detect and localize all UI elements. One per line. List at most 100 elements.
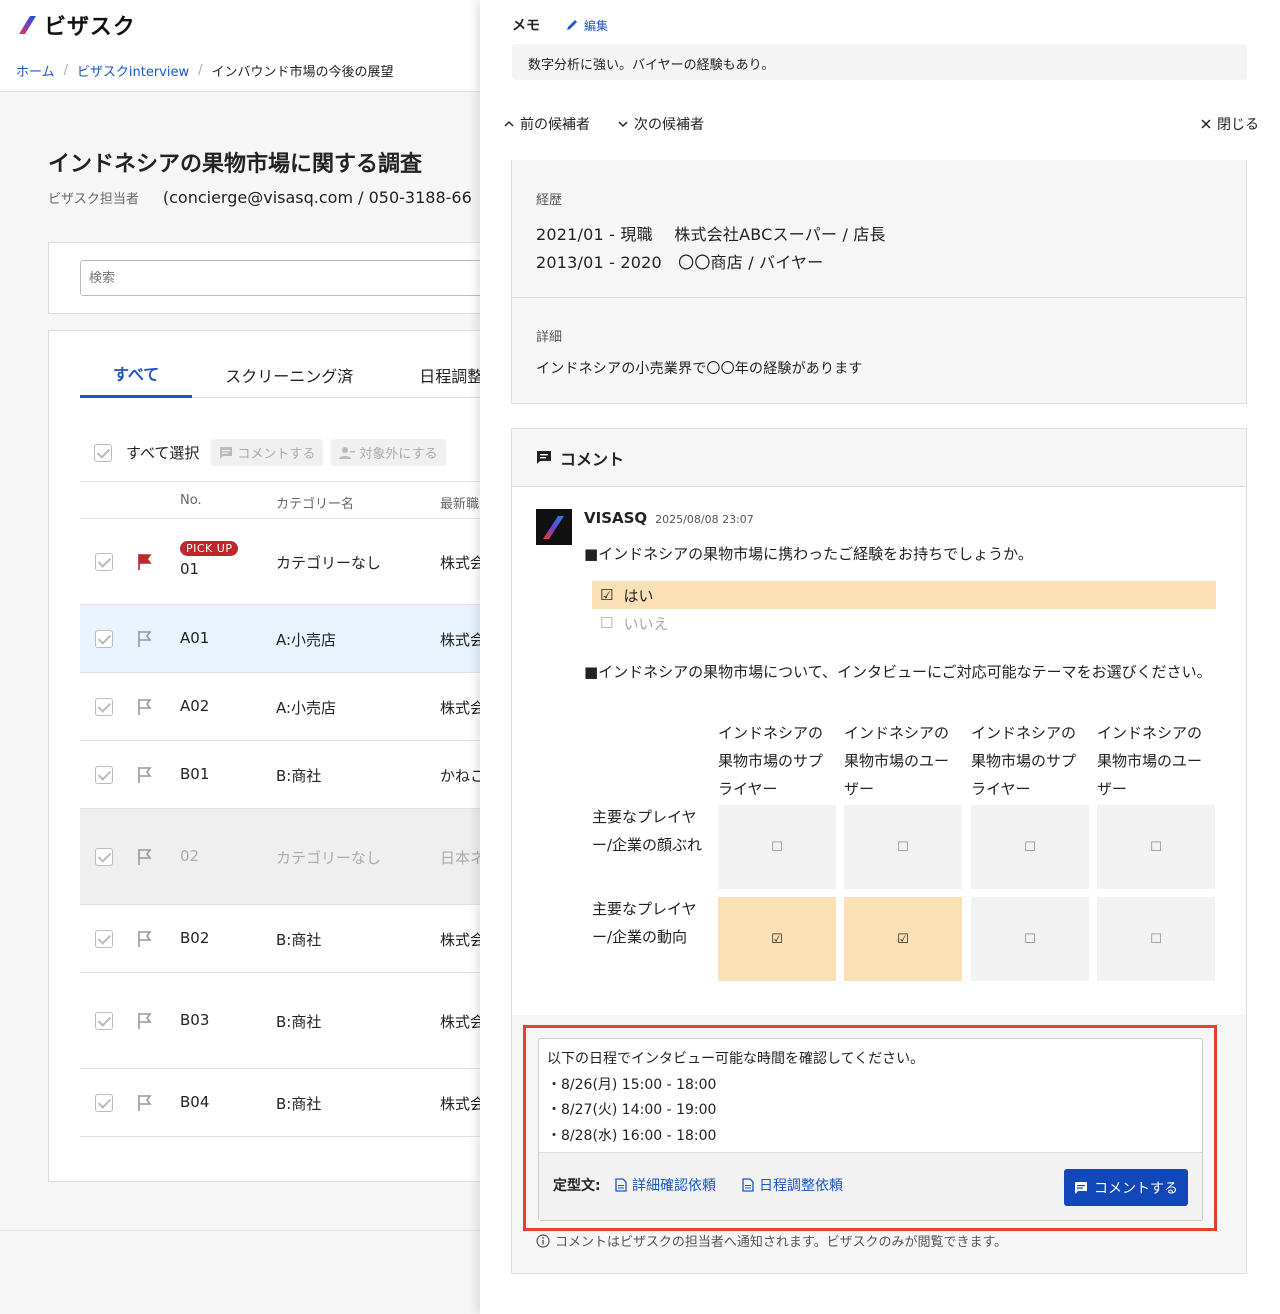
comment-icon [1075,1181,1087,1194]
flag-icon[interactable] [136,1012,154,1030]
checkbox-empty-icon: ☐ [600,614,614,632]
breadcrumb-separator: / [63,63,69,78]
flag-icon[interactable] [136,930,154,948]
tab-all[interactable]: すべて [80,351,193,398]
comment-date: 2025/08/08 23:07 [655,513,754,526]
row-checkbox[interactable] [95,630,113,648]
send-comment-button[interactable]: コメントする [1064,1169,1188,1206]
background-page: ビザスク ホーム / ビザスクinterview / インバウンド市場の今後の展… [0,0,480,1314]
row-number: A02 [180,697,210,715]
table-row[interactable]: PICK UP 01 カテゴリーなし 株式会 [80,518,480,605]
flag-icon[interactable] [136,766,154,784]
checkbox-checked-icon: ☑ [600,586,614,604]
row-checkbox[interactable] [95,552,113,571]
memo-header: メモ 編集 [512,15,608,35]
comment-textarea[interactable]: 以下の日程でインタビュー可能な時間を確認してください。 ・8/26(月) 15:… [547,1047,924,1149]
close-panel-button[interactable]: 閉じる [1201,114,1259,134]
template-detail-link[interactable]: 詳細確認依頼 [615,1175,716,1195]
table-row[interactable]: 02 カテゴリーなし 日本ネ [80,809,480,905]
candidate-nav: 前の候補者 次の候補者 閉じる [504,112,1259,136]
close-label: 閉じる [1217,117,1259,133]
flag-icon[interactable] [136,630,154,648]
matrix-cell: ☐ [844,805,962,889]
comment-composer: 以下の日程でインタビュー可能な時間を確認してください。 ・8/26(月) 15:… [523,1025,1217,1231]
search-input[interactable] [80,260,480,296]
next-candidate-button[interactable]: 次の候補者 [618,114,704,134]
template-schedule-label: 日程調整依頼 [759,1178,843,1194]
flag-icon[interactable] [136,848,154,866]
matrix-column-header: インドネシアの果物市場のサプライヤー [971,724,1077,798]
template-schedule-link[interactable]: 日程調整依頼 [742,1175,843,1195]
table-row[interactable]: B04 B:商社 株式会 [80,1069,480,1137]
prev-candidate-button[interactable]: 前の候補者 [504,114,590,134]
pencil-icon [567,20,577,30]
row-checkbox[interactable] [95,766,113,784]
row-category: A:小売店 [276,631,337,649]
table-row[interactable]: A01 A:小売店 株式会 [80,605,480,673]
chevron-down-icon [618,121,628,128]
comment-title: コメント [560,449,625,469]
question-1: ■インドネシアの果物市場に携わったご経験をお持ちでしょうか。 [584,545,1033,563]
chevron-up-icon [504,120,514,127]
composer-line: ・8/26(月) 15:00 - 18:00 [547,1076,717,1093]
table-header: No. カテゴリー名 最新職 [80,481,480,519]
select-all-checkbox[interactable] [94,443,112,462]
memo-edit-button[interactable]: 編集 [566,17,608,34]
select-all-label[interactable]: すべて選択 [126,442,199,463]
template-label: 定型文: [553,1178,601,1194]
detail-text: インドネシアの小売業界で〇〇年の経験があります [536,361,863,377]
table-row[interactable]: B02 B:商社 株式会 [80,905,480,973]
close-icon [1201,119,1211,129]
bulk-exclude-label: 対象外にする [359,447,438,462]
row-company: かねこ [440,767,480,785]
table-row[interactable]: B03 B:商社 株式会 [80,973,480,1069]
answer-option: ☐ いいえ [592,609,1216,637]
breadcrumb-home[interactable]: ホーム [16,61,55,80]
flag-icon[interactable] [136,698,154,716]
breadcrumb: ホーム / ビザスクinterview / インバウンド市場の今後の展望 [0,50,480,92]
row-checkbox[interactable] [95,698,113,716]
page-title: インドネシアの果物市場に関する調査 [48,152,423,177]
table-row[interactable]: B01 B:商社 かねこ [80,741,480,809]
matrix-column-header: インドネシアの果物市場のユーザー [1097,724,1203,798]
bulk-comment-button[interactable]: コメントする [211,439,324,466]
matrix-cell: ☐ [971,897,1089,981]
template-detail-label: 詳細確認依頼 [632,1178,716,1194]
bulk-exclude-button[interactable]: 対象外にする [331,439,446,466]
row-checkbox[interactable] [95,1012,113,1030]
answer-option-label: はい [623,586,654,605]
table-row[interactable]: A02 A:小売店 株式会 [80,673,480,741]
flag-filled-icon[interactable] [136,553,154,571]
tab-scheduling[interactable]: 日程調整 [386,351,480,398]
row-checkbox[interactable] [95,848,113,866]
page-footer [0,1230,480,1314]
row-company: 日本ネ [440,849,480,867]
comment-notice: コメントはビザスクの担当者へ通知されます。ビザスクのみが閲覧できます。 [536,1231,1007,1250]
prev-candidate-label: 前の候補者 [520,117,590,133]
breadcrumb-current: インバウンド市場の今後の展望 [211,65,394,80]
header-category: カテゴリー名 [276,497,355,512]
representative: ビザスク担当者 (concierge@visasq.com / 050-3188… [48,188,472,207]
row-checkbox[interactable] [95,1094,113,1112]
row-category: B:商社 [276,1095,322,1113]
matrix-cell: ☐ [1097,897,1215,981]
comment-thread: VISASQ 2025/08/08 23:07 ■インドネシアの果物市場に携わっ… [512,487,1246,1015]
document-icon [742,1178,754,1192]
next-candidate-label: 次の候補者 [634,117,704,133]
comment-icon [537,450,551,464]
comment-header: コメント [512,429,1246,487]
composer-line: ・8/27(火) 14:00 - 19:00 [547,1102,717,1118]
profile-card: 経歴 2021/01 - 現職 株式会社ABCスーパー / 店長 2013/01… [511,160,1247,404]
row-number: B02 [180,929,210,947]
row-category: B:商社 [276,1013,322,1031]
row-number: B01 [180,765,210,783]
tab-screened[interactable]: スクリーニング済 [192,351,386,398]
flag-icon[interactable] [136,1094,154,1112]
breadcrumb-separator: / [198,63,203,78]
row-checkbox[interactable] [95,930,113,948]
logo[interactable]: ビザスク [44,9,136,41]
matrix-cell: ☐ [718,805,836,889]
document-icon [615,1178,627,1192]
breadcrumb-service[interactable]: ビザスクinterview [77,61,189,80]
matrix-row-header: 主要なプレイヤー/企業の顔ぶれ [592,808,703,854]
